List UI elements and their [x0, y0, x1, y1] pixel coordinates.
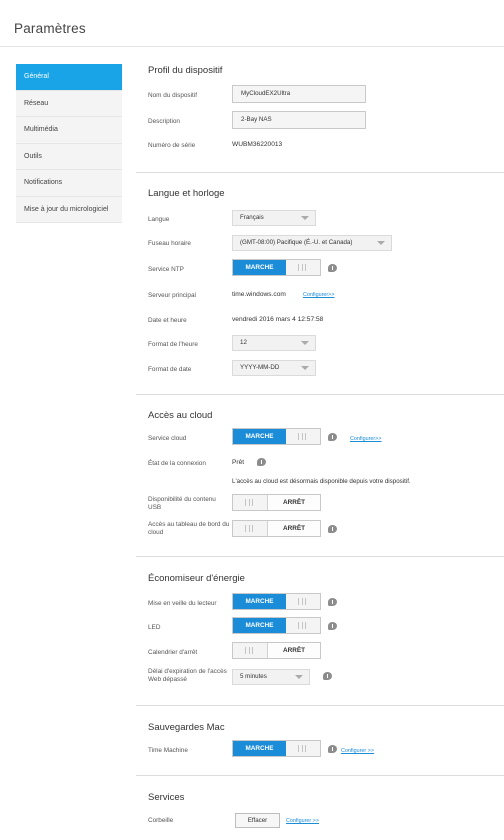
time-machine-label: Time Machine — [148, 747, 188, 754]
toggle-grip-icon — [298, 433, 306, 440]
cloud-service-toggle-state: MARCHE — [233, 429, 286, 444]
language-select-value: Français — [240, 214, 264, 221]
date-format-select[interactable]: YYYY-MM-DD — [232, 360, 316, 376]
sidebar-item-notifications[interactable]: Notifications — [16, 170, 122, 197]
device-name-field[interactable]: MyCloudEX2Ultra — [232, 85, 366, 103]
chevron-down-icon — [301, 341, 309, 345]
toggle-grip-icon — [298, 264, 306, 271]
info-bubble-icon[interactable] — [328, 622, 337, 630]
dashboard-toggle-state: ARRÊT — [267, 521, 320, 536]
led-toggle-state: MARCHE — [233, 618, 286, 633]
serial-label: Numéro de série — [148, 142, 196, 149]
clear-bin-button[interactable]: Effacer — [235, 813, 280, 828]
toggle-grip-icon — [245, 525, 253, 532]
chevron-down-icon — [301, 216, 309, 220]
ntp-label: Service NTP — [148, 266, 184, 273]
info-bubble-icon[interactable] — [257, 458, 266, 466]
section-divider — [136, 556, 504, 557]
hour-format-select-value: 12 — [240, 339, 247, 346]
sidebar-item-network[interactable]: Réseau — [16, 90, 122, 117]
serial-value: WUBM36220013 — [232, 141, 283, 148]
connection-note: L'accès au cloud est désormais disponibl… — [232, 478, 411, 485]
server-configure-link[interactable]: Configurer>> — [303, 292, 334, 298]
connection-value: Prêt — [232, 459, 245, 466]
language-select[interactable]: Français — [232, 210, 316, 226]
hour-format-label: Format de l'heure — [148, 341, 198, 348]
toggle-grip-icon — [298, 598, 306, 605]
info-bubble-icon[interactable] — [328, 264, 337, 272]
section-title-cloud: Accès au cloud — [148, 410, 213, 421]
hour-format-select[interactable]: 12 — [232, 335, 316, 351]
section-title-energy: Économiseur d'énergie — [148, 573, 245, 584]
chevron-down-icon — [295, 675, 303, 679]
led-toggle[interactable]: MARCHE — [232, 617, 321, 634]
sidebar-item-firmware-update[interactable]: Mise à jour du micrologiciel — [16, 196, 122, 223]
recycle-bin-configure-link[interactable]: Configurer >> — [286, 818, 319, 824]
led-label: LED — [148, 624, 161, 631]
schedule-label: Calendrier d'arrêt — [148, 649, 198, 656]
toggle-grip-icon — [245, 499, 253, 506]
usb-toggle-state: ARRÊT — [267, 495, 320, 510]
section-divider — [136, 172, 504, 173]
usb-label: Disponibilité du contenu USB — [148, 496, 216, 511]
date-format-label: Format de date — [148, 366, 192, 373]
timeout-select[interactable]: 5 minutes — [232, 669, 310, 685]
ntp-toggle[interactable]: MARCHE — [232, 259, 321, 276]
info-bubble-icon[interactable] — [323, 672, 332, 680]
chevron-down-icon — [301, 366, 309, 370]
chevron-down-icon — [377, 241, 385, 245]
time-machine-toggle-state: MARCHE — [233, 741, 286, 756]
connection-label: État de la connexion — [148, 460, 206, 467]
toggle-grip-icon — [298, 622, 306, 629]
time-machine-toggle[interactable]: MARCHE — [232, 740, 321, 757]
datetime-value: vendredi 2016 mars 4 12:57:58 — [232, 316, 324, 323]
schedule-toggle[interactable]: ARRÊT — [232, 642, 321, 659]
sidebar-item-media[interactable]: Multimédia — [16, 117, 122, 144]
cloud-service-toggle[interactable]: MARCHE — [232, 428, 321, 445]
sidebar-item-tools[interactable]: Outils — [16, 143, 122, 170]
date-format-select-value: YYYY-MM-DD — [240, 364, 280, 371]
device-name-label: Nom du dispositif — [148, 92, 198, 99]
description-label: Description — [148, 118, 180, 125]
timezone-select[interactable]: (GMT-08:00) Pacifique (É.-U. et Canada) — [232, 235, 392, 251]
schedule-toggle-state: ARRÊT — [267, 643, 320, 658]
section-title-services: Services — [148, 792, 185, 803]
info-bubble-icon[interactable] — [328, 745, 337, 753]
usb-toggle[interactable]: ARRÊT — [232, 494, 321, 511]
timeout-select-value: 5 minutes — [240, 673, 267, 680]
description-field[interactable]: 2-Bay NAS — [232, 111, 366, 129]
section-title-mac: Sauvegardes Mac — [148, 722, 225, 733]
info-bubble-icon[interactable] — [328, 598, 337, 606]
sidebar-item-general[interactable]: Général — [16, 64, 122, 91]
page-title: Paramètres — [14, 21, 86, 36]
time-machine-configure-link[interactable]: Configurer >> — [341, 748, 374, 754]
dashboard-toggle[interactable]: ARRÊT — [232, 520, 321, 537]
timeout-label: Délai d'expiration de l'accès Web dépass… — [148, 668, 227, 683]
standby-toggle-state: MARCHE — [233, 594, 286, 609]
language-label: Langue — [148, 216, 170, 223]
standby-label: Mise en veille du lecteur — [148, 600, 217, 607]
section-divider — [136, 705, 504, 706]
server-label: Serveur principal — [148, 292, 196, 299]
toggle-grip-icon — [298, 745, 306, 752]
ntp-toggle-state: MARCHE — [233, 260, 286, 275]
info-bubble-icon[interactable] — [328, 525, 337, 533]
standby-toggle[interactable]: MARCHE — [232, 593, 321, 610]
info-bubble-icon[interactable] — [328, 433, 337, 441]
recycle-bin-label: Corbeille — [148, 817, 174, 824]
timezone-select-value: (GMT-08:00) Pacifique (É.-U. et Canada) — [240, 239, 353, 246]
server-value: time.windows.com — [232, 291, 286, 298]
section-title-profile: Profil du dispositif — [148, 65, 223, 76]
section-divider — [136, 394, 504, 395]
section-title-language-clock: Langue et horloge — [148, 188, 225, 199]
sidebar: Général Réseau Multimédia Outils Notific… — [16, 64, 122, 223]
timezone-label: Fuseau horaire — [148, 240, 191, 247]
toggle-grip-icon — [245, 647, 253, 654]
dashboard-label: Accès au tableau de bord du cloud — [148, 521, 230, 536]
datetime-label: Date et heure — [148, 317, 187, 324]
section-divider — [136, 775, 504, 776]
cloud-configure-link[interactable]: Configurer>> — [350, 436, 381, 442]
main-content: Profil du dispositif Nom du dispositif M… — [136, 0, 504, 840]
cloud-service-label: Service cloud — [148, 435, 187, 442]
